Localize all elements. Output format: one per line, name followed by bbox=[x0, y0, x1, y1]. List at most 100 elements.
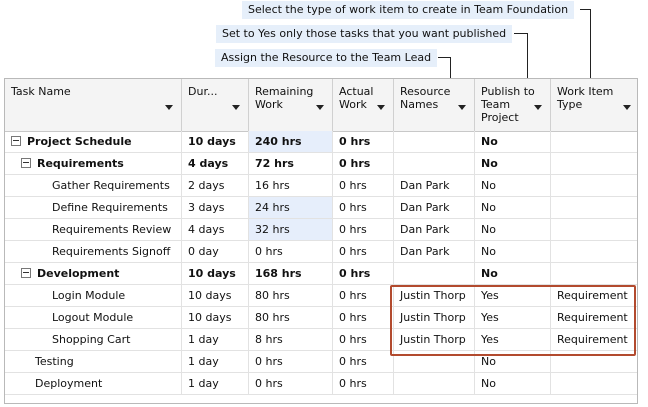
cell-text: 0 hrs bbox=[339, 135, 371, 148]
cell-type[interactable] bbox=[551, 131, 637, 152]
dropdown-arrow-icon[interactable] bbox=[316, 105, 324, 110]
cell-remaining[interactable]: 0 hrs bbox=[249, 373, 333, 394]
cell-publish[interactable]: No bbox=[475, 263, 551, 284]
column-header-publish[interactable]: Publish to Team Project bbox=[475, 79, 551, 131]
cell-remaining[interactable]: 168 hrs bbox=[249, 263, 333, 284]
dropdown-arrow-icon[interactable] bbox=[458, 105, 466, 110]
cell-resource[interactable] bbox=[394, 153, 475, 174]
cell-task[interactable]: Development bbox=[5, 263, 182, 284]
cell-actual[interactable]: 0 hrs bbox=[333, 241, 394, 262]
cell-duration[interactable]: 10 days bbox=[182, 263, 249, 284]
cell-remaining[interactable]: 8 hrs bbox=[249, 329, 333, 350]
cell-duration[interactable]: 10 days bbox=[182, 131, 249, 152]
cell-task[interactable]: Login Module bbox=[5, 285, 182, 306]
table-row[interactable]: Define Requirements 3 days 24 hrs 0 hrs Dan … bbox=[5, 197, 637, 219]
cell-task[interactable]: Define Requirements bbox=[5, 197, 182, 218]
cell-actual[interactable]: 0 hrs bbox=[333, 131, 394, 152]
cell-task[interactable]: Logout Module bbox=[5, 307, 182, 328]
cell-resource[interactable]: Dan Park bbox=[394, 197, 475, 218]
cell-remaining[interactable]: 80 hrs bbox=[249, 307, 333, 328]
cell-duration[interactable]: 3 days bbox=[182, 197, 249, 218]
table-row[interactable]: Requirements 4 days 72 hrs 0 hrs No bbox=[5, 153, 637, 175]
cell-publish[interactable]: No bbox=[475, 373, 551, 394]
cell-remaining[interactable]: 80 hrs bbox=[249, 285, 333, 306]
cell-actual[interactable]: 0 hrs bbox=[333, 351, 394, 372]
cell-actual[interactable]: 0 hrs bbox=[333, 153, 394, 174]
table-row[interactable]: Development 10 days 168 hrs 0 hrs No bbox=[5, 263, 637, 285]
column-header-actual-work[interactable]: Actual Work bbox=[333, 79, 394, 131]
table-row[interactable]: Project Schedule 10 days 240 hrs 0 hrs No bbox=[5, 131, 637, 153]
cell-actual[interactable]: 0 hrs bbox=[333, 175, 394, 196]
cell-task[interactable]: Shopping Cart bbox=[5, 329, 182, 350]
cell-remaining[interactable]: 16 hrs bbox=[249, 175, 333, 196]
column-header-remaining-work[interactable]: Remaining Work bbox=[249, 79, 333, 131]
cell-duration[interactable]: 10 days bbox=[182, 307, 249, 328]
cell-type[interactable] bbox=[551, 175, 637, 196]
cell-duration[interactable]: 1 day bbox=[182, 373, 249, 394]
dropdown-arrow-icon[interactable] bbox=[623, 105, 631, 110]
cell-resource[interactable]: Dan Park bbox=[394, 241, 475, 262]
column-header-task-name[interactable]: Task Name bbox=[5, 79, 182, 131]
cell-type[interactable] bbox=[551, 219, 637, 240]
cell-remaining[interactable]: 0 hrs bbox=[249, 241, 333, 262]
cell-actual[interactable]: 0 hrs bbox=[333, 263, 394, 284]
column-header-resource-names[interactable]: Resource Names bbox=[394, 79, 475, 131]
cell-resource[interactable]: Dan Park bbox=[394, 219, 475, 240]
cell-remaining[interactable]: 240 hrs bbox=[249, 131, 333, 152]
cell-task[interactable]: Gather Requirements bbox=[5, 175, 182, 196]
cell-actual[interactable]: 0 hrs bbox=[333, 197, 394, 218]
table-row[interactable]: Gather Requirements 2 days 16 hrs 0 hrs Dan … bbox=[5, 175, 637, 197]
cell-publish[interactable]: No bbox=[475, 219, 551, 240]
cell-task[interactable]: Testing bbox=[5, 351, 182, 372]
collapse-icon[interactable] bbox=[21, 268, 31, 278]
cell-duration[interactable]: 10 days bbox=[182, 285, 249, 306]
cell-actual[interactable]: 0 hrs bbox=[333, 307, 394, 328]
collapse-icon[interactable] bbox=[11, 136, 21, 146]
cell-type[interactable] bbox=[551, 153, 637, 174]
cell-publish[interactable]: No bbox=[475, 197, 551, 218]
column-header-duration[interactable]: Dur... bbox=[182, 79, 249, 131]
cell-actual[interactable]: 0 hrs bbox=[333, 219, 394, 240]
cell-duration[interactable]: 1 day bbox=[182, 351, 249, 372]
cell-type[interactable] bbox=[551, 197, 637, 218]
cell-remaining[interactable]: 32 hrs bbox=[249, 219, 333, 240]
cell-task[interactable]: Project Schedule bbox=[5, 131, 182, 152]
cell-remaining[interactable]: 24 hrs bbox=[249, 197, 333, 218]
cell-remaining[interactable]: 0 hrs bbox=[249, 351, 333, 372]
cell-duration[interactable]: 4 days bbox=[182, 153, 249, 174]
cell-text: Requirements Signoff bbox=[52, 245, 171, 258]
cell-type[interactable] bbox=[551, 263, 637, 284]
cell-task[interactable]: Requirements Review bbox=[5, 219, 182, 240]
cell-duration[interactable]: 4 days bbox=[182, 219, 249, 240]
cell-task[interactable]: Requirements bbox=[5, 153, 182, 174]
cell-type[interactable] bbox=[551, 241, 637, 262]
cell-type[interactable] bbox=[551, 373, 637, 394]
cell-duration[interactable]: 2 days bbox=[182, 175, 249, 196]
column-header-work-item-type[interactable]: Work Item Type bbox=[551, 79, 637, 131]
dropdown-arrow-icon[interactable] bbox=[232, 105, 240, 110]
cell-actual[interactable]: 0 hrs bbox=[333, 285, 394, 306]
collapse-icon[interactable] bbox=[21, 158, 31, 168]
cell-remaining[interactable]: 72 hrs bbox=[249, 153, 333, 174]
cell-actual[interactable]: 0 hrs bbox=[333, 329, 394, 350]
cell-duration[interactable]: 1 day bbox=[182, 329, 249, 350]
table-row[interactable]: Deployment 1 day 0 hrs 0 hrs No bbox=[5, 373, 637, 395]
table-row[interactable]: Requirements Signoff 0 day 0 hrs 0 hrs Dan P… bbox=[5, 241, 637, 263]
cell-publish[interactable]: No bbox=[475, 241, 551, 262]
cell-resource[interactable]: Dan Park bbox=[394, 175, 475, 196]
cell-actual[interactable]: 0 hrs bbox=[333, 373, 394, 394]
table-row[interactable]: Requirements Review 4 days 32 hrs 0 hrs Dan … bbox=[5, 219, 637, 241]
cell-publish[interactable]: No bbox=[475, 175, 551, 196]
cell-task[interactable]: Requirements Signoff bbox=[5, 241, 182, 262]
cell-resource[interactable] bbox=[394, 373, 475, 394]
cell-resource[interactable] bbox=[394, 131, 475, 152]
dropdown-arrow-icon[interactable] bbox=[534, 105, 542, 110]
cell-publish[interactable]: No bbox=[475, 153, 551, 174]
dropdown-arrow-icon[interactable] bbox=[165, 105, 173, 110]
cell-publish[interactable]: No bbox=[475, 131, 551, 152]
dropdown-arrow-icon[interactable] bbox=[377, 105, 385, 110]
cell-resource[interactable] bbox=[394, 263, 475, 284]
cell-text: No bbox=[481, 355, 496, 368]
cell-task[interactable]: Deployment bbox=[5, 373, 182, 394]
cell-duration[interactable]: 0 day bbox=[182, 241, 249, 262]
